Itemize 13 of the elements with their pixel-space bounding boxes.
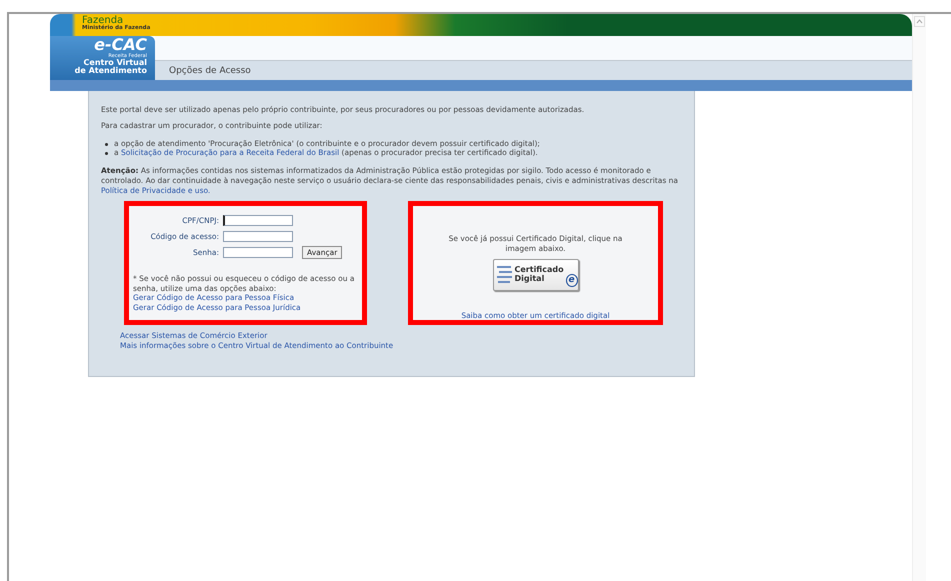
certificate-button[interactable]: Certificado Digital e [492, 259, 578, 291]
logo-text: e-CAC [94, 37, 147, 53]
page-title: Opções de Acesso [169, 66, 251, 76]
logo-title: de Atendimento [74, 67, 147, 75]
brand-name: Fazenda [82, 16, 124, 26]
bullet-icon [105, 152, 108, 156]
scroll-up-icon[interactable] [914, 16, 925, 27]
bullet-icon [105, 142, 108, 146]
binary-pattern-icon [496, 264, 512, 286]
input-field[interactable] [223, 214, 293, 226]
input-field[interactable] [223, 246, 293, 258]
input-field[interactable] [223, 230, 293, 242]
logo-title: Centro Virtual [84, 59, 147, 67]
